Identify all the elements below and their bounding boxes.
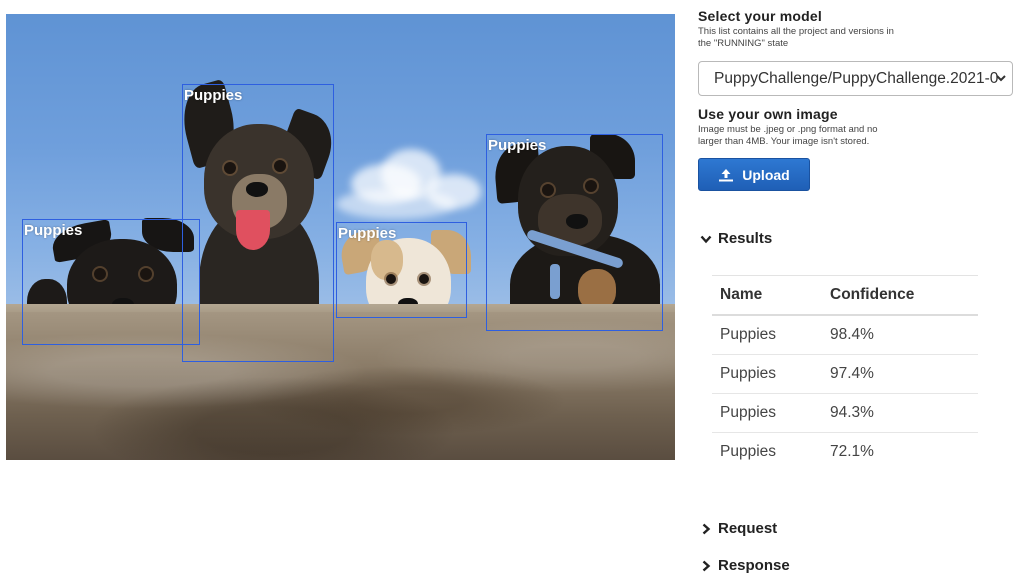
model-title: Select your model: [698, 8, 822, 24]
upload-icon: [719, 168, 734, 181]
detection-label: Puppies: [184, 87, 243, 104]
column-header-name: Name: [712, 275, 822, 316]
cell-confidence: 94.3%: [822, 393, 978, 433]
chevron-right-icon: [702, 523, 711, 534]
model-select[interactable]: PuppyChallenge/PuppyChallenge.2021-0: [698, 61, 1013, 96]
cell-confidence: 97.4%: [822, 354, 978, 394]
detection-box-3: Puppies: [336, 222, 467, 318]
upload-button[interactable]: Upload: [698, 158, 810, 191]
own-image-subtitle: Image must be .jpeg or .png format and n…: [698, 124, 878, 147]
response-title: Response: [718, 557, 790, 574]
table-row: Puppies 97.4%: [712, 354, 978, 394]
chevron-right-icon: [702, 560, 711, 571]
column-header-confidence: Confidence: [822, 275, 978, 316]
table-row: Puppies 94.3%: [712, 393, 978, 433]
request-toggle[interactable]: Request: [700, 520, 777, 537]
cell-confidence: 98.4%: [822, 315, 978, 355]
detection-label: Puppies: [24, 222, 83, 239]
result-image: Puppies Puppies Puppies Puppies: [6, 14, 675, 460]
request-title: Request: [718, 520, 778, 537]
detection-label: Puppies: [488, 137, 547, 154]
results-title: Results: [718, 230, 773, 247]
model-select-value: PuppyChallenge/PuppyChallenge.2021-0: [714, 70, 999, 87]
select-chevron-icon: [996, 75, 1006, 82]
cloud: [336, 189, 456, 219]
chevron-down-icon: [700, 235, 712, 243]
results-table: Name Confidence Puppies 98.4% Puppies 97…: [712, 275, 978, 471]
detection-label: Puppies: [338, 225, 397, 242]
table-row: Puppies 98.4%: [712, 315, 978, 355]
cell-name: Puppies: [712, 315, 822, 355]
table-header-row: Name Confidence: [712, 275, 978, 316]
detection-box-4: Puppies: [486, 134, 663, 331]
detection-box-1: Puppies: [22, 219, 200, 345]
cell-name: Puppies: [712, 393, 822, 433]
cell-name: Puppies: [720, 443, 777, 460]
results-toggle[interactable]: Results: [700, 230, 772, 247]
table-row: Puppies 72.1%: [712, 433, 978, 472]
cell-confidence: 72.1%: [830, 443, 874, 460]
upload-label: Upload: [742, 166, 790, 183]
model-subtitle: This list contains all the project and v…: [698, 26, 894, 49]
response-toggle[interactable]: Response: [700, 557, 790, 574]
own-image-title: Use your own image: [698, 106, 838, 122]
detection-box-2: Puppies: [182, 84, 334, 362]
cell-name: Puppies: [712, 354, 822, 394]
